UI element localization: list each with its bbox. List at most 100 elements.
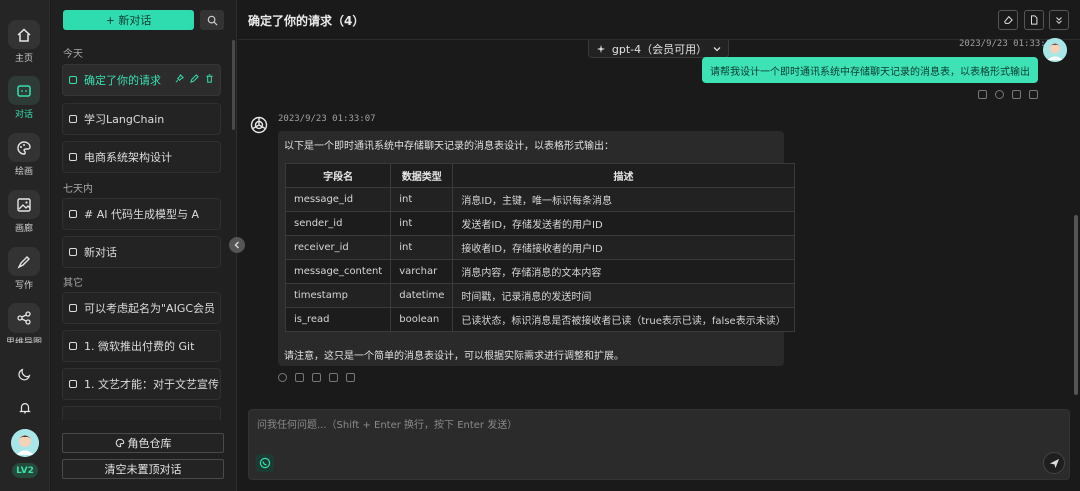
delete-icon[interactable]	[346, 373, 355, 382]
message-input[interactable]	[257, 416, 1037, 440]
rail-label: 画廊	[14, 224, 33, 234]
table-cell: sender_id	[284, 211, 392, 236]
delete-icon[interactable]	[205, 74, 214, 83]
table-row: message_id int 消息ID，主键，唯一标识每条消息	[284, 187, 795, 212]
chat-bubble-icon	[69, 304, 77, 312]
app-rail: 主页 对话 绘画 画廊 写作 思维导图 LV2	[0, 0, 50, 491]
chat-bubble-icon	[69, 380, 77, 388]
table-header-cell: 字段名	[284, 163, 392, 188]
conversation-title: 新对话	[84, 246, 117, 259]
table-row: timestamp datetime 时间戳，记录消息的发送时间	[284, 283, 795, 308]
home-icon	[8, 20, 40, 49]
user-message-time: 2023/9/23 01:33:07	[959, 39, 1057, 49]
chevron-down-icon	[713, 46, 721, 51]
sidebar-scrollbar[interactable]	[232, 40, 235, 130]
table-row: sender_id int 发送者ID，存储发送者的用户ID	[284, 211, 795, 236]
gallery-icon	[8, 190, 40, 219]
conversation-item[interactable]: # AI 代码生成模型与 A	[62, 198, 221, 230]
table-cell: 时间戳，记录消息的发送时间	[452, 283, 795, 308]
notification-button[interactable]	[13, 397, 37, 419]
role-warehouse-button[interactable]: 角色仓库	[62, 433, 224, 453]
conversation-item-partial[interactable]	[62, 406, 221, 420]
conversation-item-active[interactable]: 确定了你的请求	[62, 64, 221, 96]
clear-conversations-button[interactable]: 清空未置顶对话	[62, 459, 224, 479]
conversation-item[interactable]: 1. 文艺才能：对于文艺宣传	[62, 368, 221, 400]
table-header-cell: 数据类型	[390, 163, 454, 188]
table-cell: timestamp	[284, 283, 392, 308]
clear-chat-button[interactable]	[998, 10, 1018, 30]
section-other: 其它	[63, 278, 83, 289]
model-label: gpt-4（会员可用）	[611, 42, 708, 56]
chat-icon	[8, 76, 40, 105]
chat-bubble-icon	[69, 210, 77, 218]
collapse-sidebar-button[interactable]	[229, 237, 245, 253]
conversation-title: # AI 代码生成模型与 A	[84, 208, 199, 221]
delete-icon[interactable]	[1029, 90, 1038, 99]
export-button[interactable]	[1024, 10, 1044, 30]
image-icon[interactable]	[312, 373, 321, 382]
document-icon[interactable]	[329, 373, 338, 382]
rail-draw[interactable]: 绘画	[6, 133, 42, 177]
chat-bubble-icon	[69, 342, 77, 350]
pin-icon[interactable]	[175, 74, 184, 83]
table-cell: int	[390, 211, 454, 236]
copy-icon[interactable]	[1012, 90, 1021, 99]
palette-icon	[8, 133, 40, 162]
rail-mindmap[interactable]: 思维导图	[6, 303, 42, 347]
whatsapp-icon	[259, 457, 271, 469]
chat-scrollbar[interactable]	[1074, 215, 1078, 395]
search-icon	[207, 15, 218, 26]
conversation-item[interactable]: 学习LangChain	[62, 103, 221, 135]
bot-intro-text: 以下是一个即时通讯系统中存储聊天记录的消息表设计，以表格形式输出：	[284, 141, 614, 152]
rail-home[interactable]: 主页	[6, 20, 42, 64]
table-row: message_content varchar 消息内容，存储消息的文本内容	[284, 259, 795, 284]
table-cell: 发送者ID，存储发送者的用户ID	[452, 211, 795, 236]
pen-icon	[8, 247, 40, 276]
conversation-title: 确定了你的请求	[84, 74, 161, 87]
copy-icon[interactable]	[295, 373, 304, 382]
search-button[interactable]	[200, 10, 224, 30]
rail-write[interactable]: 写作	[6, 247, 42, 291]
refresh-icon[interactable]	[278, 373, 287, 382]
conversation-item[interactable]: 1. 微软推出付费的 Git	[62, 330, 221, 362]
avatar[interactable]	[11, 429, 39, 457]
table-cell: boolean	[390, 307, 454, 332]
sparkle-icon	[596, 44, 606, 53]
conversation-item[interactable]: 新对话	[62, 236, 221, 268]
avatar	[1043, 38, 1067, 62]
page-title: 确定了你的请求（4）	[248, 14, 365, 28]
chat-bubble-icon	[69, 115, 77, 123]
theme-toggle[interactable]	[13, 363, 37, 385]
plugin-button[interactable]	[256, 454, 274, 472]
chat-panel: 确定了你的请求（4） gpt-4（会员可用） 2023/9/23 01:33:0…	[238, 0, 1080, 491]
table-cell: int	[390, 235, 454, 260]
table-cell: message_content	[284, 259, 392, 284]
bot-message-time: 2023/9/23 01:33:07	[278, 114, 376, 124]
conversation-item[interactable]: 电商系统架构设计	[62, 141, 221, 173]
conversation-title: 1. 微软推出付费的 Git	[84, 340, 195, 353]
rail-gallery[interactable]: 画廊	[6, 190, 42, 234]
rail-chat[interactable]: 对话	[6, 76, 42, 120]
mindmap-icon	[8, 303, 40, 333]
edit-icon[interactable]	[978, 90, 987, 99]
edit-icon[interactable]	[190, 74, 199, 83]
level-badge: LV2	[12, 463, 38, 478]
role-warehouse-label: 角色仓库	[127, 437, 172, 450]
send-button[interactable]	[1043, 452, 1065, 474]
conversation-item[interactable]: 可以考虑起名为"AIGC会员	[62, 292, 221, 324]
section-week: 七天内	[63, 184, 93, 195]
new-chat-button[interactable]: + 新对话	[63, 10, 194, 30]
table-row: receiver_id int 接收者ID，存储接收者的用户ID	[284, 235, 795, 260]
conversation-title: 电商系统架构设计	[84, 151, 172, 164]
refresh-icon[interactable]	[995, 90, 1004, 99]
chevron-left-icon	[234, 241, 239, 249]
conversation-title: 1. 文艺才能：对于文艺宣传	[84, 378, 219, 391]
table-cell: varchar	[390, 259, 454, 284]
model-selector[interactable]: gpt-4（会员可用）	[588, 40, 729, 58]
rail-label: 绘画	[14, 167, 33, 177]
bot-message-tools	[278, 373, 355, 382]
rail-label: 思维导图	[6, 338, 43, 343]
rail-label: 写作	[14, 281, 33, 291]
download-button[interactable]	[1049, 10, 1069, 30]
document-icon	[1031, 15, 1038, 25]
